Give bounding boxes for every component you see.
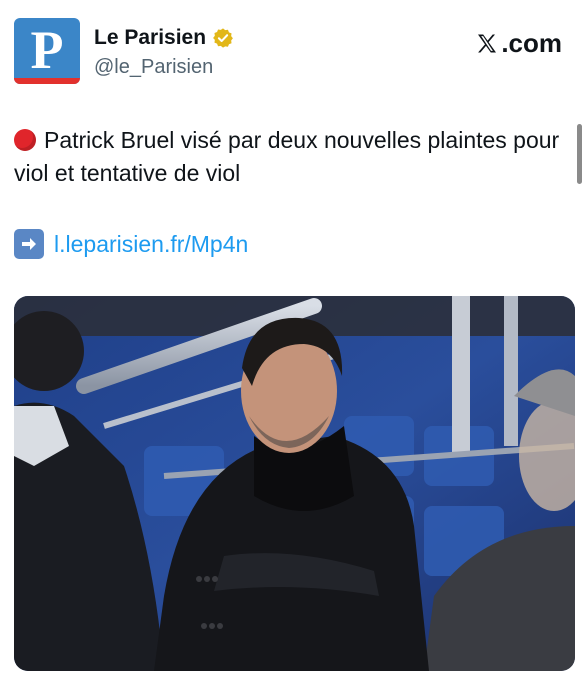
verified-badge-icon [213, 28, 233, 48]
x-logo-icon [478, 34, 497, 52]
x-com-logo[interactable]: .com [475, 28, 562, 59]
account-name-row: Le Parisien [94, 26, 234, 50]
photo-image [14, 296, 575, 671]
tweet-link-row[interactable]: l.leparisien.fr/Mp4n [14, 228, 248, 260]
tweet-photo[interactable] [14, 296, 575, 671]
scrollbar[interactable] [577, 124, 582, 184]
account-name[interactable]: Le Parisien [94, 26, 206, 50]
tweet-link[interactable]: l.leparisien.fr/Mp4n [54, 231, 248, 258]
tweet-text: Patrick Bruel visé par deux nouvelles pl… [14, 124, 574, 190]
red-circle-icon [14, 129, 36, 151]
tweet-header: P Le Parisien @le_Parisien .com [14, 18, 574, 86]
right-arrow-icon [14, 229, 44, 259]
avatar-stripe [14, 78, 80, 84]
x-com-text: .com [501, 28, 562, 58]
tweet-body: Patrick Bruel visé par deux nouvelles pl… [14, 127, 560, 186]
account-handle[interactable]: @le_Parisien [94, 56, 213, 79]
avatar[interactable]: P [14, 18, 80, 84]
avatar-letter: P [30, 20, 64, 80]
